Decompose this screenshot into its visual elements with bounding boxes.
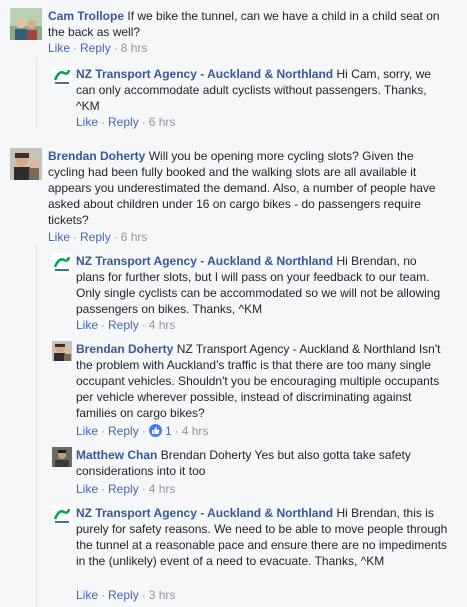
comment-body: Brendan Doherty NZ Transport Agency - Au…: [76, 341, 448, 421]
comment-timestamp[interactable]: 4 hrs: [149, 318, 176, 332]
reply-thread-line: [36, 245, 37, 607]
comment-timestamp[interactable]: 3 hrs: [149, 588, 176, 602]
comment-author[interactable]: NZ Transport Agency - Auckland & Northla…: [76, 254, 333, 268]
comment-actions: Like · Reply · 8 hrs: [48, 40, 147, 56]
reply-link[interactable]: Reply: [108, 482, 139, 496]
like-link[interactable]: Like: [48, 41, 70, 55]
nzta-logo-avatar[interactable]: [52, 505, 72, 525]
comment-actions: Like · Reply · 6 hrs: [76, 114, 175, 130]
thumbs-up-icon[interactable]: [148, 424, 162, 437]
comment-timestamp[interactable]: 6 hrs: [121, 230, 148, 244]
like-link[interactable]: Like: [76, 588, 98, 602]
separator: ·: [141, 424, 146, 438]
like-link[interactable]: Like: [48, 230, 70, 244]
avatar[interactable]: [52, 447, 72, 467]
like-link[interactable]: Like: [76, 318, 98, 332]
separator: ·: [141, 588, 146, 602]
reply-link[interactable]: Reply: [108, 588, 139, 602]
comment-author[interactable]: NZ Transport Agency - Auckland & Northla…: [76, 506, 333, 520]
separator: ·: [113, 41, 118, 55]
comment-actions: Like · Reply · 1 · 4 hrs: [76, 423, 208, 439]
comment-author[interactable]: Brendan Doherty: [76, 342, 173, 356]
nzta-logo-avatar[interactable]: [52, 66, 72, 86]
comment-timestamp[interactable]: 4 hrs: [182, 424, 209, 438]
reply-link[interactable]: Reply: [108, 318, 139, 332]
separator: ·: [101, 318, 106, 332]
comment-timestamp[interactable]: 4 hrs: [149, 482, 176, 496]
like-link[interactable]: Like: [76, 424, 98, 438]
reply-link[interactable]: Reply: [108, 115, 139, 129]
avatar[interactable]: [10, 8, 42, 40]
comment-actions: Like · Reply · 3 hrs: [76, 587, 175, 603]
separator: ·: [141, 318, 146, 332]
mention[interactable]: Brendan Doherty: [161, 448, 252, 462]
comment-author[interactable]: Brendan Doherty: [48, 149, 145, 163]
separator: ·: [141, 482, 146, 496]
separator: ·: [101, 424, 106, 438]
separator: ·: [101, 588, 106, 602]
separator: ·: [101, 115, 106, 129]
separator: ·: [101, 482, 106, 496]
reply-link[interactable]: Reply: [108, 424, 139, 438]
comment-timestamp[interactable]: 6 hrs: [149, 115, 176, 129]
comment-body: NZ Transport Agency - Auckland & Northla…: [76, 253, 448, 317]
comment-author[interactable]: NZ Transport Agency - Auckland & Northla…: [76, 67, 333, 81]
avatar[interactable]: [52, 341, 72, 361]
comment-body: NZ Transport Agency - Auckland & Northla…: [76, 66, 446, 114]
reply-link[interactable]: Reply: [80, 41, 111, 55]
separator: ·: [174, 424, 179, 438]
reply-link[interactable]: Reply: [80, 230, 111, 244]
comment-body: NZ Transport Agency - Auckland & Northla…: [76, 505, 448, 569]
separator: ·: [113, 230, 118, 244]
comment-body: Matthew Chan Brendan Doherty Yes but als…: [76, 447, 448, 479]
like-count[interactable]: 1: [165, 424, 172, 438]
like-link[interactable]: Like: [76, 482, 98, 496]
comment-body: Cam Trollope If we bike the tunnel, can …: [48, 8, 453, 40]
mention[interactable]: NZ Transport Agency - Auckland & Northla…: [177, 342, 416, 356]
comment-actions: Like · Reply · 6 hrs: [48, 229, 147, 245]
comment-actions: Like · Reply · 4 hrs: [76, 317, 175, 333]
reply-thread-line: [36, 58, 37, 128]
comment-timestamp[interactable]: 8 hrs: [121, 41, 148, 55]
separator: ·: [73, 230, 78, 244]
comment-author[interactable]: Matthew Chan: [76, 448, 157, 462]
comment-body: Brendan Doherty Will you be opening more…: [48, 148, 453, 228]
separator: ·: [73, 41, 78, 55]
like-link[interactable]: Like: [76, 115, 98, 129]
nzta-logo-avatar[interactable]: [52, 253, 72, 273]
separator: ·: [141, 115, 146, 129]
avatar[interactable]: [10, 148, 42, 180]
comment-author[interactable]: Cam Trollope: [48, 9, 124, 23]
comment-actions: Like · Reply · 4 hrs: [76, 481, 175, 497]
